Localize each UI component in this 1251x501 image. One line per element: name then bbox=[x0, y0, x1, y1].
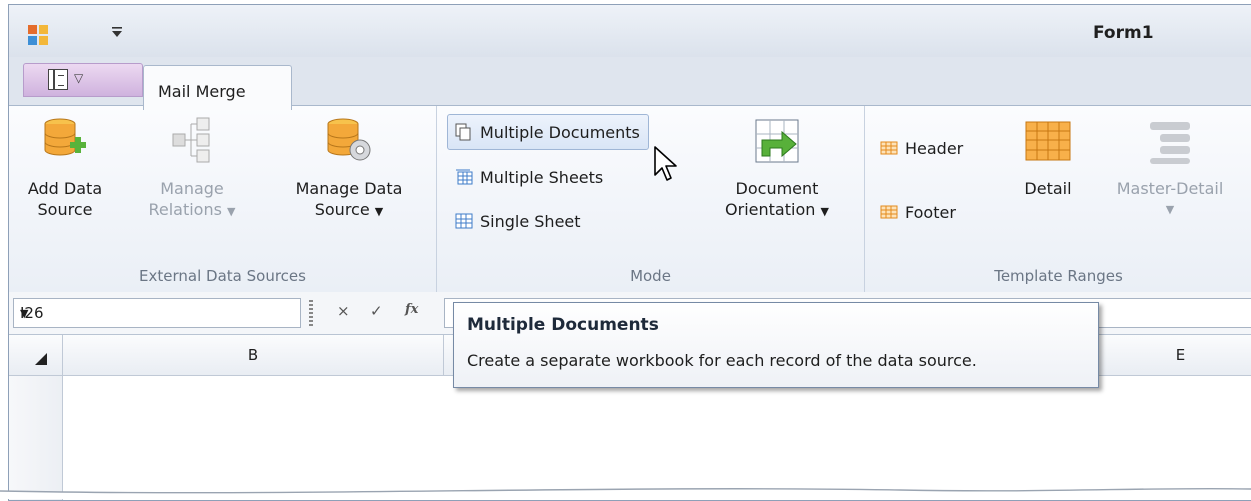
tooltip-body: Create a separate workbook for each reco… bbox=[467, 351, 977, 370]
ribbon-tab-row: ▽ Mail Merge bbox=[9, 57, 1251, 110]
splitter-grip[interactable] bbox=[309, 300, 313, 326]
chevron-down-icon[interactable]: ▼ bbox=[20, 307, 292, 320]
cancel-icon[interactable]: × bbox=[337, 302, 350, 320]
column-header-e[interactable]: E bbox=[1109, 335, 1251, 375]
group-label: Template Ranges bbox=[994, 267, 1123, 285]
detail-range-button[interactable]: Detail bbox=[1013, 116, 1083, 199]
multiple-sheets-button[interactable]: Multiple Sheets bbox=[448, 160, 611, 194]
multiple-documents-button[interactable]: Multiple Documents bbox=[447, 114, 649, 150]
name-box[interactable]: I26 ▼ bbox=[13, 298, 301, 328]
tooltip-title: Multiple Documents bbox=[467, 315, 659, 335]
document-orientation-button[interactable]: Document Orientation ▼ bbox=[702, 116, 852, 222]
single-sheet-icon bbox=[455, 213, 473, 229]
manage-data-source-button[interactable]: Manage Data Source ▼ bbox=[279, 116, 419, 222]
group-external-data-sources: Add Data Source Manage Relations ▼ Manag… bbox=[9, 106, 437, 292]
multiple-sheets-icon bbox=[456, 169, 473, 185]
ribbon: Add Data Source Manage Relations ▼ Manag… bbox=[9, 105, 1251, 293]
manage-relations-button[interactable]: Manage Relations ▼ bbox=[137, 116, 247, 222]
window-title: Form1 bbox=[1093, 23, 1154, 43]
relations-icon bbox=[172, 117, 210, 163]
app-icon bbox=[28, 25, 48, 45]
tab-label: Mail Merge bbox=[158, 82, 246, 101]
group-label: Mode bbox=[630, 267, 671, 285]
footer-range-icon bbox=[880, 205, 898, 219]
application-menu-button[interactable]: ▽ bbox=[23, 63, 143, 97]
insert-function-icon[interactable]: fx bbox=[405, 302, 418, 317]
master-detail-range-button[interactable]: Master-Detail ▼ bbox=[1103, 116, 1237, 220]
app-menu-icon bbox=[48, 69, 68, 90]
group-label: External Data Sources bbox=[139, 267, 306, 285]
chevron-down-icon: ▼ bbox=[820, 205, 829, 218]
chevron-down-icon: ▽ bbox=[74, 71, 84, 85]
header-range-icon bbox=[880, 141, 898, 155]
orientation-icon bbox=[755, 119, 799, 163]
group-template-ranges: Header Footer Detail Master-Detail ▼ Tem… bbox=[865, 106, 1251, 292]
add-database-icon bbox=[44, 118, 86, 156]
master-detail-icon bbox=[1150, 122, 1190, 164]
database-settings-icon bbox=[327, 118, 371, 161]
enter-icon[interactable]: ✓ bbox=[370, 302, 383, 320]
title-bar: Form1 bbox=[9, 5, 1251, 57]
footer-range-button[interactable]: Footer bbox=[873, 195, 964, 229]
chevron-down-icon: ▼ bbox=[227, 205, 236, 218]
app-window: Form1 ▽ Mail Merge Add Data Source Manag… bbox=[8, 4, 1251, 501]
group-mode: Multiple Documents Multiple Sheets Singl… bbox=[437, 106, 865, 292]
multiple-documents-icon bbox=[455, 123, 471, 141]
torn-edge-decoration bbox=[0, 487, 1251, 499]
tab-mail-merge[interactable]: Mail Merge bbox=[143, 65, 292, 110]
add-data-source-button[interactable]: Add Data Source bbox=[19, 116, 111, 220]
select-all-button[interactable] bbox=[9, 335, 63, 375]
super-tooltip: Multiple Documents Create a separate wor… bbox=[453, 302, 1099, 388]
header-range-button[interactable]: Header bbox=[873, 131, 971, 165]
detail-range-icon bbox=[1025, 121, 1071, 161]
single-sheet-button[interactable]: Single Sheet bbox=[448, 204, 589, 238]
column-header-b[interactable]: B bbox=[63, 335, 444, 375]
mouse-pointer-icon bbox=[654, 146, 677, 181]
chevron-down-icon: ▼ bbox=[374, 205, 384, 218]
chevron-down-icon: ▼ bbox=[1165, 203, 1175, 216]
customize-quick-access-icon[interactable] bbox=[107, 25, 127, 45]
